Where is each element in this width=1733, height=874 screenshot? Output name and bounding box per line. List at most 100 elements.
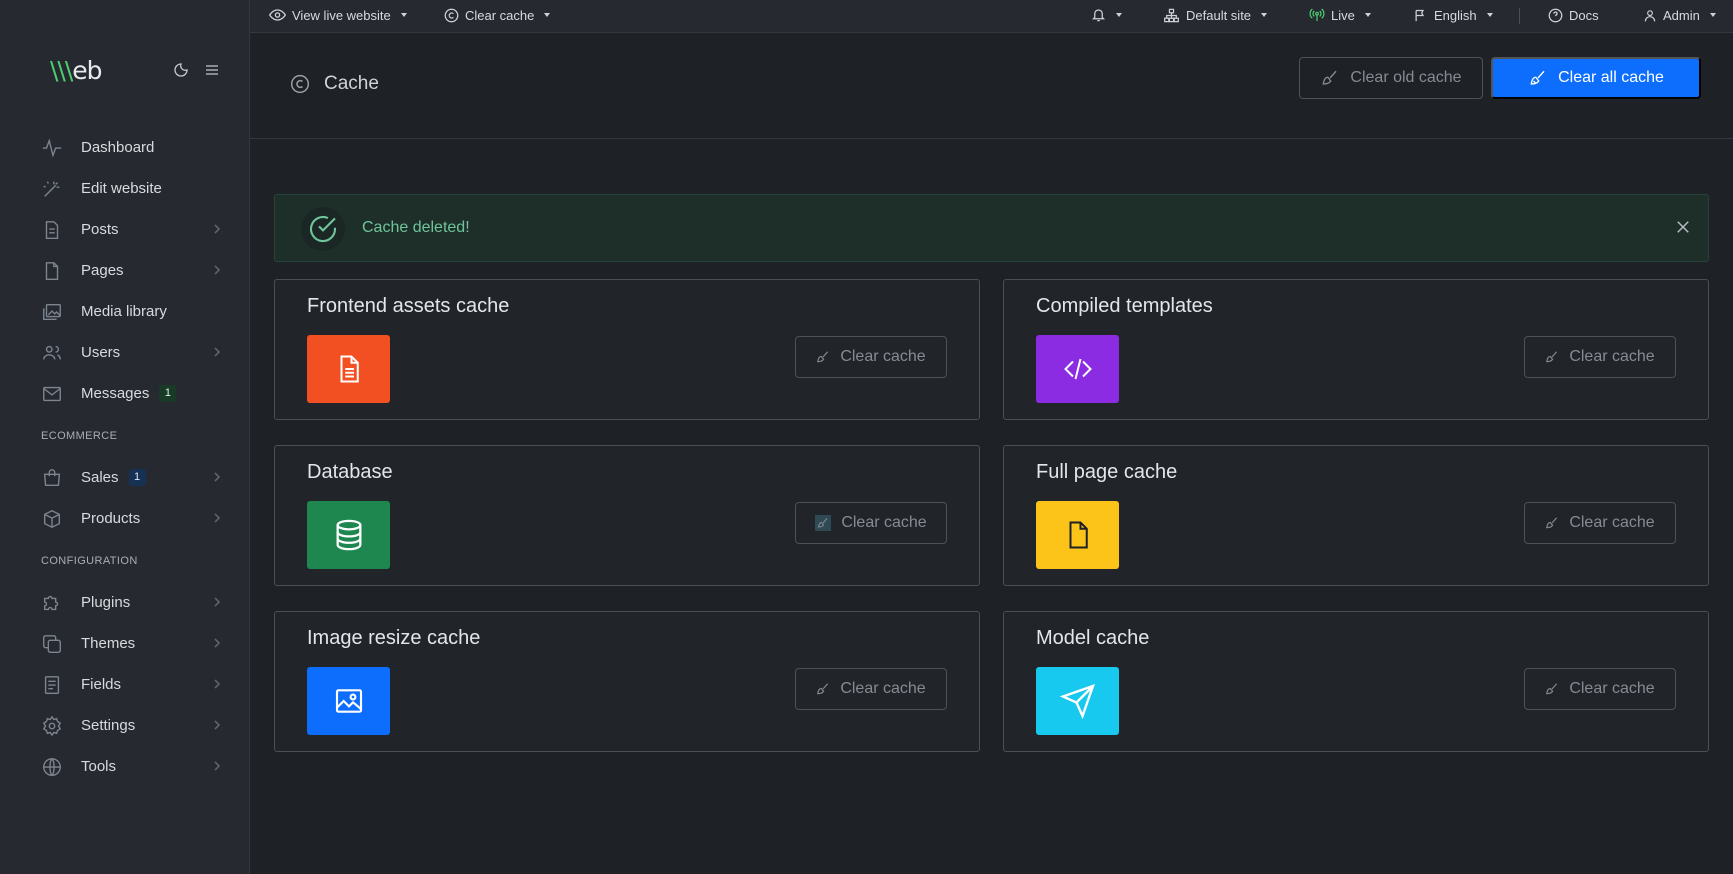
shopping-bag-icon — [41, 467, 63, 489]
cache-card-frontend-assets: Frontend assets cache Clear cache — [274, 279, 980, 420]
sidebar-item-products[interactable]: Products — [0, 498, 249, 539]
alert-message: Cache deleted! — [362, 219, 470, 236]
view-live-label: View live website — [292, 7, 391, 23]
send-icon — [1036, 667, 1119, 735]
notifications-menu[interactable] — [1091, 0, 1122, 30]
page-title-text: Cache — [324, 73, 379, 94]
sidebar-item-label: Fields — [81, 676, 122, 693]
clear-model-cache-button[interactable]: Clear cache — [1524, 668, 1676, 710]
caret-down-icon — [1486, 13, 1493, 17]
chevron-right-icon — [213, 760, 221, 772]
logo-row: \\\eb — [50, 56, 221, 86]
view-live-website-menu[interactable]: View live website — [269, 0, 407, 30]
sidebar-item-media-library[interactable]: Media library — [0, 291, 249, 332]
cache-icon — [444, 8, 459, 23]
site-menu[interactable]: Default site — [1163, 0, 1268, 30]
caret-down-icon — [1709, 13, 1716, 17]
sidebar-item-users[interactable]: Users — [0, 332, 249, 373]
language-menu[interactable]: English — [1413, 0, 1493, 30]
clear-old-cache-label: Clear old cache — [1350, 69, 1462, 86]
sidebar-item-label: Themes — [81, 635, 136, 652]
sidebar-item-settings[interactable]: Settings — [0, 705, 249, 746]
sales-badge: 1 — [128, 469, 146, 486]
clear-all-cache-label: Clear all cache — [1558, 69, 1664, 86]
sidebar-item-plugins[interactable]: Plugins — [0, 582, 249, 623]
clear-cache-label: Clear cache — [1569, 514, 1655, 531]
user-menu[interactable]: Admin — [1643, 0, 1716, 30]
clear-cache-label: Clear cache — [840, 348, 926, 365]
cache-card-image-resize: Image resize cache Clear cache — [274, 611, 980, 752]
sidebar-tools — [173, 62, 221, 78]
clear-compiled-templates-button[interactable]: Clear cache — [1524, 336, 1676, 378]
clear-cache-label: Clear cache — [1569, 348, 1655, 365]
clear-cache-label: Clear cache — [1569, 680, 1655, 697]
clear-frontend-assets-cache-button[interactable]: Clear cache — [795, 336, 947, 378]
form-icon — [41, 674, 63, 696]
clear-cache-menu[interactable]: Clear cache — [444, 0, 551, 30]
sidebar-item-themes[interactable]: Themes — [0, 623, 249, 664]
docs-link[interactable]: Docs — [1548, 0, 1599, 30]
caret-down-icon — [1364, 13, 1371, 17]
live-label: Live — [1331, 7, 1355, 23]
card-title: Image resize cache — [307, 627, 481, 649]
sidebar-item-posts[interactable]: Posts — [0, 209, 249, 250]
menu-toggle-icon[interactable] — [203, 62, 221, 78]
chevron-right-icon — [213, 512, 221, 524]
cache-icon — [290, 74, 310, 94]
topbar: View live website Clear cache Default si… — [250, 0, 1733, 33]
cache-card-database: Database Clear cache — [274, 445, 980, 586]
puzzle-icon — [41, 592, 63, 614]
clear-all-cache-button[interactable]: Clear all cache — [1491, 57, 1701, 99]
clear-full-page-cache-button[interactable]: Clear cache — [1524, 502, 1676, 544]
topbar-divider — [1519, 8, 1520, 24]
clear-cache-label: Clear cache — [465, 7, 535, 23]
card-title: Compiled templates — [1036, 295, 1213, 317]
sidebar-item-fields[interactable]: Fields — [0, 664, 249, 705]
messages-badge: 1 — [159, 385, 177, 402]
sidebar-item-label: Messages — [81, 385, 150, 402]
cache-card-full-page: Full page cache Clear cache — [1003, 445, 1709, 586]
card-title: Database — [307, 461, 393, 483]
clear-cache-label: Clear cache — [841, 514, 927, 531]
sidebar-item-label: Pages — [81, 262, 124, 279]
gear-icon — [41, 715, 63, 737]
sidebar-item-pages[interactable]: Pages — [0, 250, 249, 291]
sidebar-item-messages[interactable]: Messages 1 — [0, 373, 249, 414]
card-title: Frontend assets cache — [307, 295, 510, 317]
chevron-right-icon — [213, 471, 221, 483]
broom-icon — [1320, 69, 1340, 87]
sidebar-item-tools[interactable]: Tools — [0, 746, 249, 787]
file-icon — [1036, 501, 1119, 569]
nav-section-ecommerce: ECOMMERCE — [41, 429, 118, 442]
chevron-right-icon — [213, 678, 221, 690]
copy-icon — [41, 633, 63, 655]
docs-label: Docs — [1569, 7, 1599, 23]
success-alert: Cache deleted! — [274, 194, 1709, 262]
broom-icon — [1545, 682, 1559, 696]
clear-image-resize-cache-button[interactable]: Clear cache — [795, 668, 947, 710]
clear-database-cache-button[interactable]: Clear cache — [795, 502, 947, 544]
live-menu[interactable]: Live — [1309, 0, 1371, 30]
site-label: Default site — [1186, 7, 1252, 23]
box-icon — [41, 508, 63, 530]
sidebar-item-label: Edit website — [81, 180, 162, 197]
sitemap-icon — [1163, 8, 1180, 23]
cache-card-model: Model cache Clear cache — [1003, 611, 1709, 752]
sidebar-item-edit-website[interactable]: Edit website — [0, 168, 249, 209]
activity-icon — [41, 137, 63, 159]
logo[interactable]: \\\eb — [50, 56, 103, 85]
sidebar-item-dashboard[interactable]: Dashboard — [0, 127, 249, 168]
mail-icon — [41, 383, 63, 405]
sidebar-item-label: Sales — [81, 469, 119, 486]
card-title: Model cache — [1036, 627, 1150, 649]
antenna-icon — [1309, 7, 1325, 23]
sidebar-item-label: Dashboard — [81, 139, 155, 156]
clear-old-cache-button[interactable]: Clear old cache — [1299, 57, 1483, 99]
user-label: Admin — [1663, 7, 1700, 23]
close-icon[interactable] — [1674, 218, 1692, 236]
image-icon — [307, 667, 390, 735]
theme-toggle-icon[interactable] — [173, 62, 189, 78]
sidebar-item-sales[interactable]: Sales 1 — [0, 457, 249, 498]
sidebar-item-label: Products — [81, 510, 141, 527]
chevron-right-icon — [213, 719, 221, 731]
